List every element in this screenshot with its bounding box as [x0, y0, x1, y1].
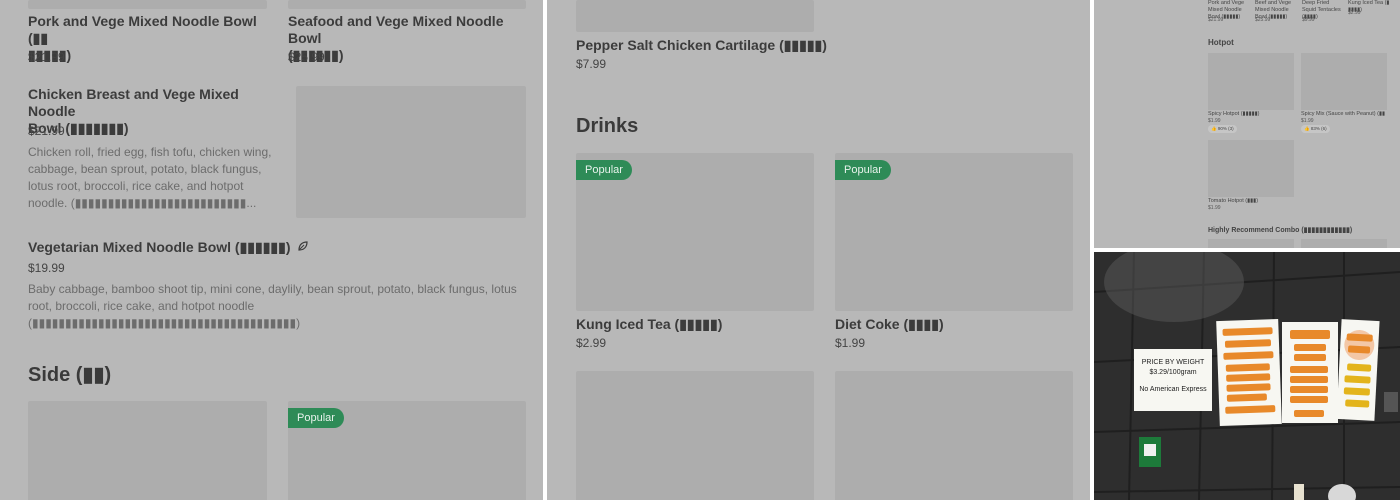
- item-image[interactable]: [296, 86, 526, 218]
- section-title-combo: Highly Recommend Combo (▮▮▮▮▮▮▮▮▮▮▮▮): [1208, 227, 1353, 234]
- item-price: $1.99: [1208, 118, 1221, 124]
- menu-panel-left: Pork and Vege Mixed Noodle Bowl (▮▮ ▮▮▮▮…: [0, 0, 543, 500]
- popular-badge: Popular: [576, 160, 632, 180]
- item-image[interactable]: [1208, 53, 1294, 110]
- item-image[interactable]: [1208, 239, 1294, 248]
- item-price: $25.99: [288, 50, 325, 64]
- restaurant-photo[interactable]: PRICE BY WEIGHT $3.29/100gram No America…: [1094, 252, 1400, 500]
- item-name: Vegetarian Mixed Noodle Bowl (▮▮▮▮▮▮): [28, 239, 291, 255]
- item-price: $25.99: [1255, 17, 1271, 23]
- menu-poster: [1216, 318, 1282, 427]
- item-price: $21.99: [28, 50, 65, 64]
- leaf-icon: [297, 239, 309, 256]
- item-image[interactable]: [288, 0, 526, 9]
- rating-badge: 👍 90% (3): [1208, 125, 1237, 133]
- item-price: $9.99: [1302, 17, 1315, 23]
- menu-panel-middle: Pepper Salt Chicken Cartilage (▮▮▮▮▮) $7…: [547, 0, 1090, 500]
- rating-badge: 👍 83% (6): [1301, 125, 1330, 133]
- item-price: $19.99: [28, 261, 65, 275]
- item-price: $21.99: [28, 124, 65, 138]
- item-name[interactable]: Spicy Mix (Sauce with Peanut) (▮▮: [1301, 111, 1385, 118]
- sign-line: No American Express: [1139, 386, 1207, 393]
- item-name[interactable]: Seafood and Vege Mixed Noodle Bowl (▮▮▮▮…: [288, 13, 538, 64]
- item-description: Baby cabbage, bamboo shoot tip, mini con…: [28, 282, 517, 330]
- item-image[interactable]: [1301, 53, 1387, 110]
- price-sign: PRICE BY WEIGHT $3.29/100gram No America…: [1134, 349, 1212, 411]
- item-name[interactable]: Chicken Breast and Vege Mixed Noodle Bow…: [28, 86, 290, 137]
- item-price: $1.99: [835, 336, 866, 350]
- item-name[interactable]: Pepper Salt Chicken Cartilage (▮▮▮▮▮): [576, 37, 827, 54]
- item-price: $2.99: [576, 336, 607, 350]
- item-image[interactable]: [28, 401, 267, 500]
- item-name[interactable]: Spicy Hotpot (▮▮▮▮▮): [1208, 111, 1260, 118]
- sign-line: $3.29/100gram: [1149, 369, 1197, 376]
- item-image[interactable]: [835, 371, 1073, 500]
- item-name[interactable]: Tomato Hotpot (▮▮▮): [1208, 198, 1258, 205]
- item-description: Chicken roll, fried egg, fish tofu, chic…: [28, 145, 272, 210]
- item-price: $1.99: [1208, 205, 1221, 211]
- item-name[interactable]: Kung Iced Tea (▮▮▮▮▮): [576, 316, 722, 333]
- item-name-row[interactable]: Vegetarian Mixed Noodle Bowl (▮▮▮▮▮▮): [28, 239, 328, 256]
- item-name[interactable]: Diet Coke (▮▮▮▮): [835, 316, 944, 333]
- spicy-level-poster: [1336, 319, 1380, 421]
- item-name[interactable]: Pork and Vege Mixed Noodle Bowl (▮▮ ▮▮▮▮…: [28, 13, 278, 64]
- item-price: $2.99: [1348, 10, 1361, 16]
- popular-badge: Popular: [288, 408, 344, 428]
- section-title-drinks: Drinks: [576, 115, 639, 137]
- item-image[interactable]: [576, 371, 814, 500]
- menu-poster: [1282, 322, 1338, 423]
- item-image[interactable]: [1301, 239, 1387, 248]
- sign-line: PRICE BY WEIGHT: [1141, 359, 1205, 366]
- item-price: $1.99: [1301, 118, 1314, 124]
- item-price: $21.99: [1208, 17, 1224, 23]
- popular-badge: Popular: [835, 160, 891, 180]
- section-title-side: Side (▮▮): [28, 364, 112, 386]
- menu-panel-mini: Pork and Vege Mixed Noodle Bowl (▮▮▮▮▮) …: [1094, 0, 1400, 248]
- item-image[interactable]: [1208, 140, 1294, 197]
- item-price: $7.99: [576, 57, 607, 71]
- item-image[interactable]: [576, 0, 814, 32]
- section-title-hotpot: Hotpot: [1208, 38, 1234, 47]
- item-image[interactable]: [28, 0, 267, 9]
